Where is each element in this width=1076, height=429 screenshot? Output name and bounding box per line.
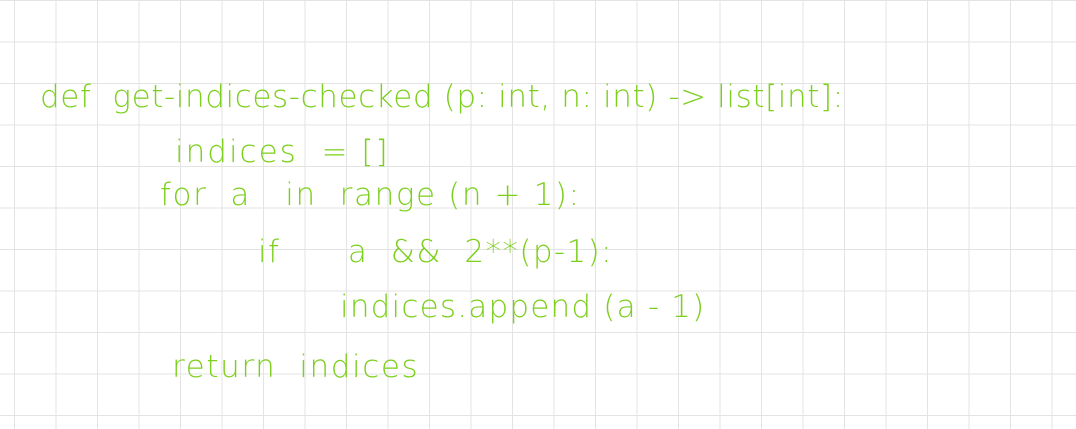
grid-paper-page: def get-indices-checked (p: int, n: int)…	[0, 0, 1076, 429]
code-line-def: def get-indices-checked (p: int, n: int)…	[40, 79, 844, 115]
code-line-return: return indices	[172, 349, 420, 385]
code-line-for-loop: for a in range (n + 1):	[160, 177, 581, 213]
code-line-indices-init: indices = []	[175, 134, 390, 170]
code-line-if: if a && 2**(p-1):	[258, 234, 613, 270]
code-line-append: indices.append (a - 1)	[340, 289, 706, 325]
